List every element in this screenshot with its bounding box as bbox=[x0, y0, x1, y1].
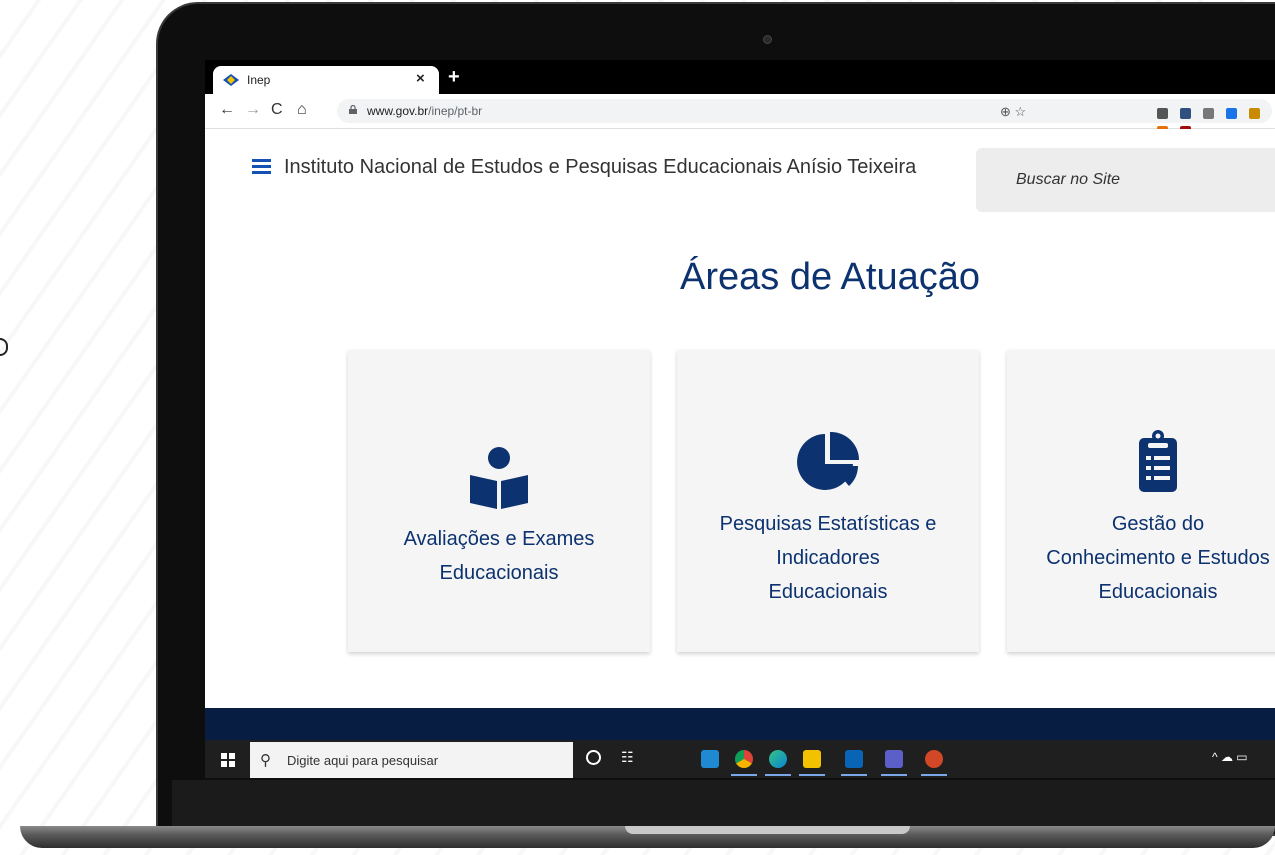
tab-title: Inep bbox=[247, 73, 271, 87]
site-footer bbox=[205, 708, 1275, 740]
url-text: www.gov.br/inep/pt-br bbox=[367, 104, 482, 118]
chrome-icon[interactable] bbox=[731, 750, 757, 776]
card-avaliacoes[interactable]: Avaliações e Exames Educacionais bbox=[348, 350, 650, 652]
search-placeholder: Buscar no Site bbox=[1016, 171, 1121, 188]
back-arrow-icon[interactable]: ← bbox=[219, 101, 235, 119]
card-label: Avaliações e Exames Educacionais bbox=[403, 528, 595, 584]
browser-tab-strip: Inep × + bbox=[205, 60, 1275, 94]
home-icon[interactable]: ⌂ bbox=[297, 101, 307, 119]
system-tray[interactable]: ^ ☁ ▭ bbox=[1212, 750, 1248, 764]
site-search-input[interactable]: Buscar no Site bbox=[976, 148, 1275, 212]
extension-icon[interactable] bbox=[1157, 108, 1168, 120]
extension-icon[interactable] bbox=[1180, 108, 1191, 120]
extensions-area bbox=[1157, 105, 1272, 138]
file-explorer-icon[interactable] bbox=[799, 750, 825, 776]
lock-icon bbox=[349, 105, 357, 114]
section-title: Áreas de Atuação bbox=[680, 256, 980, 298]
inep-favicon-icon bbox=[223, 74, 239, 86]
taskbar-search-input[interactable]: ⚲ Digite aqui para pesquisar bbox=[250, 742, 573, 778]
powerpoint-icon[interactable] bbox=[921, 750, 947, 776]
cortana-icon[interactable] bbox=[586, 750, 601, 765]
edge-icon[interactable] bbox=[765, 750, 791, 776]
main-content: Áreas de Atuação Avaliações e Exames Edu… bbox=[205, 232, 1275, 708]
browser-tab[interactable]: Inep × bbox=[213, 66, 439, 94]
laptop-bezel-bottom bbox=[172, 780, 1275, 828]
forward-arrow-icon[interactable]: → bbox=[245, 101, 261, 119]
card-label: Pesquisas Estatísticas e Indicadores Edu… bbox=[719, 513, 937, 603]
reader-book-icon bbox=[470, 447, 528, 509]
webcam bbox=[763, 35, 772, 44]
pie-chart-icon bbox=[797, 432, 859, 490]
laptop-screen: Inep × + ← → C ⌂ www.gov.br/inep/pt-br ⊕… bbox=[205, 60, 1275, 778]
card-label: Gestão do Conhecimento e Estudos Educaci… bbox=[1046, 513, 1270, 603]
vscode-icon[interactable] bbox=[701, 750, 719, 768]
new-tab-button[interactable]: + bbox=[448, 66, 460, 89]
task-view-icon[interactable]: ☷ bbox=[621, 749, 634, 766]
windows-taskbar: ⚲ Digite aqui para pesquisar ☷ ^ ☁ ▭ bbox=[205, 740, 1275, 778]
url-path: /inep/pt-br bbox=[428, 104, 483, 118]
reload-icon[interactable]: C bbox=[271, 101, 283, 119]
taskbar-search-placeholder: Digite aqui para pesquisar bbox=[287, 753, 439, 768]
extension-icon[interactable] bbox=[1226, 108, 1237, 120]
search-icon: ⚲ bbox=[260, 752, 271, 769]
clipboard-list-icon bbox=[1139, 430, 1177, 492]
url-host: www.gov.br bbox=[367, 104, 429, 118]
site-title[interactable]: Instituto Nacional de Estudos e Pesquisa… bbox=[284, 154, 964, 180]
close-tab-icon[interactable]: × bbox=[416, 70, 425, 87]
address-bar[interactable]: www.gov.br/inep/pt-br ⊕ ☆ bbox=[337, 99, 1272, 138]
site-header: Instituto Nacional de Estudos e Pesquisa… bbox=[205, 129, 1275, 232]
card-gestao[interactable]: Gestão do Conhecimento e Estudos Educaci… bbox=[1007, 350, 1275, 652]
teams-icon[interactable] bbox=[881, 750, 907, 776]
extension-icon[interactable] bbox=[1249, 108, 1260, 120]
card-pesquisas[interactable]: Pesquisas Estatísticas e Indicadores Edu… bbox=[677, 350, 979, 652]
laptop-opening-notch bbox=[625, 826, 910, 834]
browser-toolbar: ← → C ⌂ www.gov.br/inep/pt-br ⊕ ☆ bbox=[205, 94, 1275, 138]
extension-icon[interactable] bbox=[1203, 108, 1214, 120]
hamburger-menu-icon[interactable] bbox=[252, 159, 271, 174]
zoom-bookmark-icons[interactable]: ⊕ ☆ bbox=[1000, 104, 1026, 120]
outlook-icon[interactable] bbox=[841, 750, 867, 776]
windows-start-icon[interactable] bbox=[221, 753, 235, 767]
